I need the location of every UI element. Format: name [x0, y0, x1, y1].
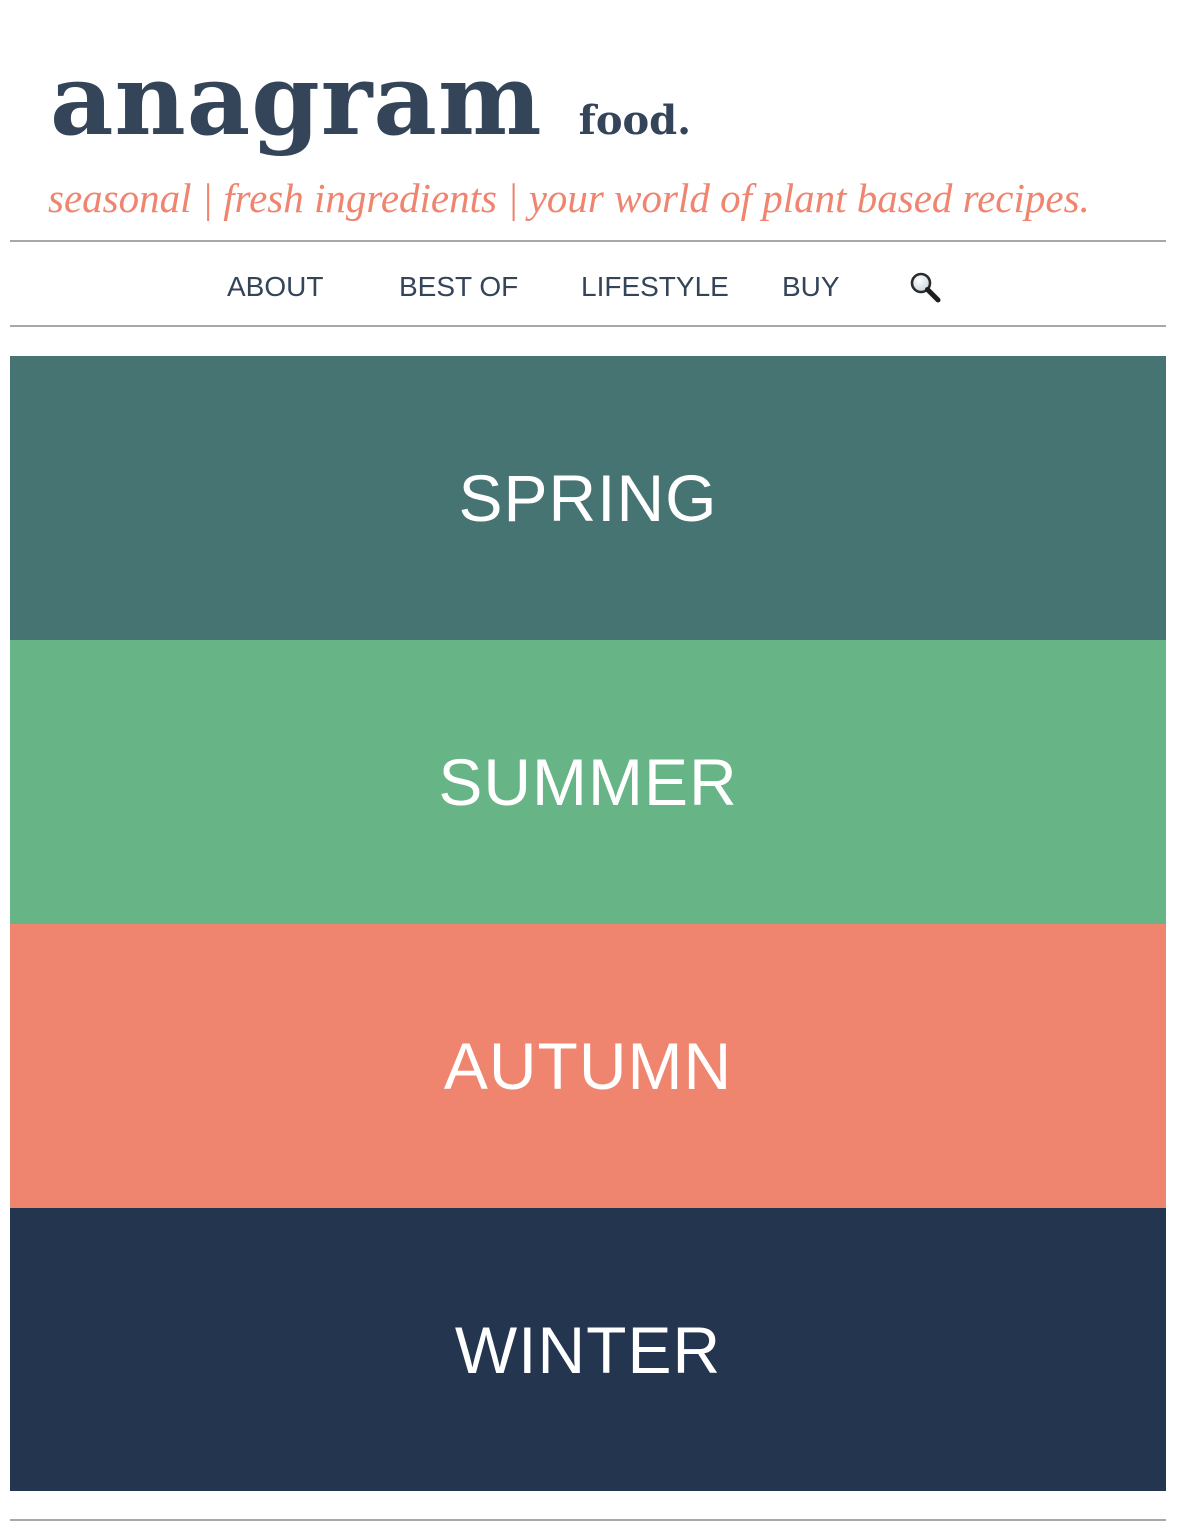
season-blocks: SPRING SUMMER AUTUMN WINTER: [10, 356, 1166, 1491]
nav-item-buy[interactable]: BUY: [782, 243, 840, 325]
footer-divider: [10, 1519, 1166, 1521]
main-nav: ABOUT BEST OF LIFESTYLE BUY: [0, 243, 1178, 325]
search-icon[interactable]: [908, 271, 942, 305]
nav-divider: [10, 325, 1166, 327]
season-label: SPRING: [458, 461, 718, 535]
season-label: AUTUMN: [443, 1029, 733, 1103]
season-block-summer[interactable]: SUMMER: [10, 640, 1166, 924]
season-block-autumn[interactable]: AUTUMN: [10, 924, 1166, 1208]
header-divider: [10, 240, 1166, 242]
site-logo[interactable]: anagram food.: [50, 52, 691, 172]
season-label: SUMMER: [438, 745, 738, 819]
magnifier-glyph: [910, 272, 941, 303]
nav-item-best-of[interactable]: BEST OF: [399, 243, 518, 325]
season-block-winter[interactable]: WINTER: [10, 1208, 1166, 1491]
logo-subtitle: food.: [578, 97, 692, 144]
nav-item-lifestyle[interactable]: LIFESTYLE: [581, 243, 729, 325]
nav-item-about[interactable]: ABOUT: [227, 243, 323, 325]
site-tagline: seasonal | fresh ingredients | your worl…: [48, 175, 1090, 221]
logo-wordmark: anagram: [50, 43, 543, 158]
season-block-spring[interactable]: SPRING: [10, 356, 1166, 640]
season-label: WINTER: [454, 1312, 722, 1387]
